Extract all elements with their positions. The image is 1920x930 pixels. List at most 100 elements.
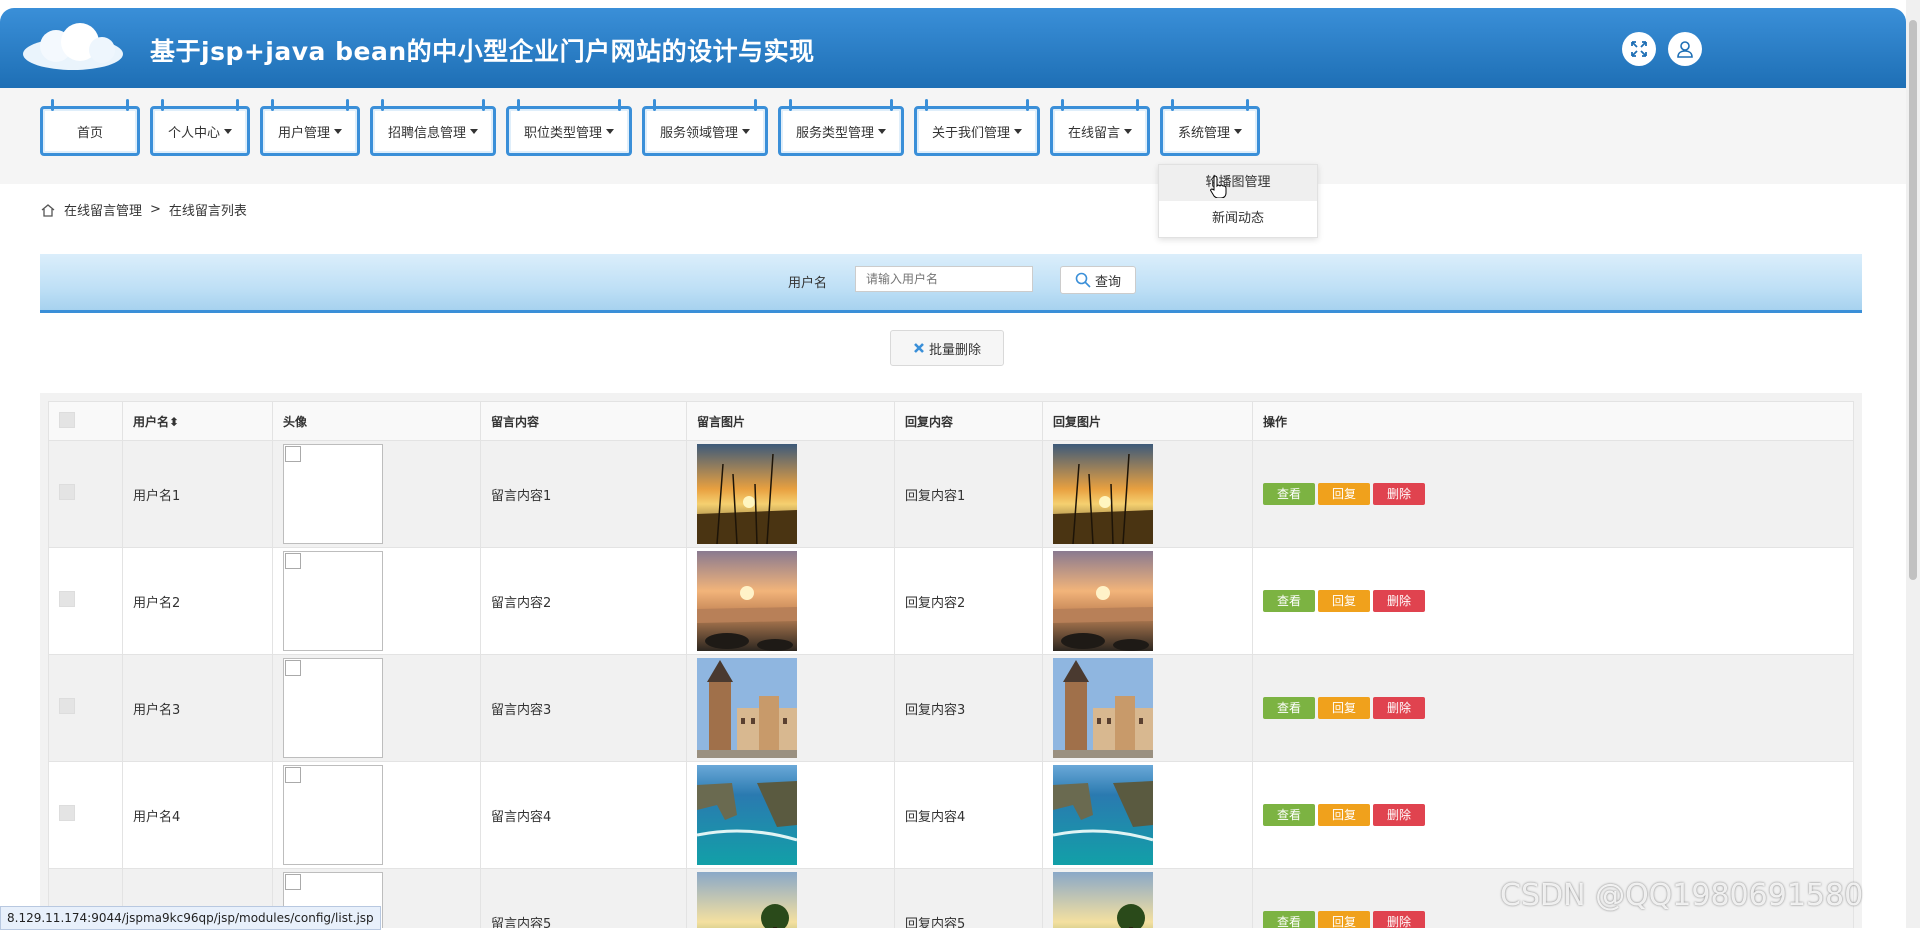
view-button[interactable]: 查看 — [1263, 697, 1315, 719]
reply-image[interactable] — [1053, 444, 1153, 544]
nav-personal-center[interactable]: 个人中心 — [150, 99, 250, 156]
delete-button[interactable]: 删除 — [1373, 483, 1425, 505]
cell-reply: 回复内容4 — [894, 761, 1043, 869]
reply-button[interactable]: 回复 — [1318, 590, 1370, 612]
cell-reply: 回复内容1 — [894, 440, 1043, 548]
nav-service-type[interactable]: 服务类型管理 — [778, 99, 904, 156]
view-button[interactable]: 查看 — [1263, 483, 1315, 505]
select-all-checkbox[interactable] — [59, 411, 75, 428]
cell-actions: 查看 回复 删除 — [1252, 761, 1854, 869]
reply-button[interactable]: 回复 — [1318, 697, 1370, 719]
cell-message-image — [686, 547, 895, 655]
reply-image[interactable] — [1053, 551, 1153, 651]
nav-label: 首页 — [76, 125, 103, 141]
delete-button[interactable]: 删除 — [1373, 697, 1425, 719]
caret-down-icon — [878, 128, 886, 134]
scrollbar-thumb[interactable] — [1909, 20, 1917, 580]
search-button-label: 查询 — [1094, 274, 1121, 290]
fullscreen-button[interactable] — [1622, 32, 1656, 66]
search-button[interactable]: 查询 — [1060, 266, 1136, 294]
watermark: CSDN @QQ1980691580 — [1500, 878, 1864, 913]
nav-online-message[interactable]: 在线留言 — [1050, 99, 1150, 156]
reply-image[interactable] — [1053, 658, 1153, 758]
view-button[interactable]: 查看 — [1263, 804, 1315, 826]
row-checkbox[interactable] — [59, 591, 75, 607]
search-icon — [1075, 272, 1091, 288]
username-search-input[interactable] — [855, 266, 1033, 292]
app-title: 基于jsp+java bean的中小型企业门户网站的设计与实现 — [150, 37, 815, 66]
row-checkbox[interactable] — [59, 805, 75, 821]
message-image[interactable] — [697, 658, 797, 758]
user-icon — [1677, 41, 1693, 58]
nav-label: 服务类型管理 — [795, 125, 874, 141]
delete-button[interactable]: 删除 — [1373, 804, 1425, 826]
reply-image[interactable] — [1053, 872, 1153, 928]
cell-avatar — [272, 547, 481, 655]
nav-user-management[interactable]: 用户管理 — [260, 99, 360, 156]
cell-message: 留言内容2 — [480, 547, 687, 655]
broken-avatar-image — [283, 444, 383, 544]
caret-down-icon — [1014, 128, 1022, 134]
column-header-username[interactable]: 用户名⬍ — [122, 401, 273, 441]
delete-button[interactable]: 删除 — [1373, 911, 1425, 928]
cloud-logo-icon — [23, 23, 123, 70]
nav-label: 在线留言 — [1067, 125, 1120, 141]
cell-avatar — [272, 440, 481, 548]
home-icon[interactable] — [40, 203, 56, 217]
nav-about-us[interactable]: 关于我们管理 — [914, 99, 1040, 156]
main-nav: 首页 个人中心 用户管理 招聘信息管理 职位类型管理 服务领域管理 服务类型管理… — [0, 88, 1906, 184]
cell-reply-image — [1042, 654, 1253, 762]
column-header-avatar: 头像 — [272, 401, 481, 441]
dropdown-item-news[interactable]: 新闻动态 — [1159, 201, 1317, 237]
message-image[interactable] — [697, 551, 797, 651]
breadcrumb-separator: > — [150, 202, 161, 217]
column-header-reply: 回复内容 — [894, 401, 1043, 441]
batch-delete-button[interactable]: 批量删除 — [890, 330, 1004, 366]
table-row: 用户名2 留言内容2 回复内容2 查看 回复 删除 — [48, 547, 1854, 655]
reply-button[interactable]: 回复 — [1318, 483, 1370, 505]
reply-button[interactable]: 回复 — [1318, 911, 1370, 928]
cell-username: 用户名2 — [122, 547, 273, 655]
broken-avatar-image — [283, 551, 383, 651]
nav-job-type[interactable]: 职位类型管理 — [506, 99, 632, 156]
message-image[interactable] — [697, 872, 797, 928]
breadcrumb-parent[interactable]: 在线留言管理 — [64, 200, 142, 219]
batch-delete-label: 批量删除 — [928, 342, 981, 358]
cell-username: 用户名1 — [122, 440, 273, 548]
nav-label: 用户管理 — [277, 125, 330, 141]
nav-system-management[interactable]: 系统管理 — [1160, 99, 1260, 156]
cell-actions: 查看 回复 删除 — [1252, 654, 1854, 762]
view-button[interactable]: 查看 — [1263, 590, 1315, 612]
message-image[interactable] — [697, 444, 797, 544]
column-header-message-image: 留言图片 — [686, 401, 895, 441]
message-image[interactable] — [697, 765, 797, 865]
reply-image[interactable] — [1053, 765, 1153, 865]
cell-reply-image — [1042, 440, 1253, 548]
cell-message: 留言内容1 — [480, 440, 687, 548]
nav-recruitment[interactable]: 招聘信息管理 — [370, 99, 496, 156]
cell-reply: 回复内容2 — [894, 547, 1043, 655]
caret-down-icon — [1234, 128, 1242, 134]
nav-home[interactable]: 首页 — [40, 99, 140, 156]
cell-reply: 回复内容3 — [894, 654, 1043, 762]
nav-service-field[interactable]: 服务领域管理 — [642, 99, 768, 156]
row-checkbox[interactable] — [59, 698, 75, 714]
cell-message-image — [686, 440, 895, 548]
user-button[interactable] — [1668, 32, 1702, 66]
app-header: 基于jsp+java bean的中小型企业门户网站的设计与实现 — [0, 8, 1906, 88]
broken-avatar-image — [283, 658, 383, 758]
reply-button[interactable]: 回复 — [1318, 804, 1370, 826]
page-scrollbar[interactable] — [1906, 0, 1920, 928]
cell-username: 用户名4 — [122, 761, 273, 869]
delete-button[interactable]: 删除 — [1373, 590, 1425, 612]
row-checkbox[interactable] — [59, 484, 75, 500]
cell-avatar — [272, 761, 481, 869]
cell-actions: 查看 回复 删除 — [1252, 547, 1854, 655]
cell-reply: 回复内容5 — [894, 868, 1043, 928]
search-label: 用户名 — [788, 276, 828, 291]
caret-down-icon — [1124, 128, 1132, 134]
view-button[interactable]: 查看 — [1263, 911, 1315, 928]
dropdown-item-carousel[interactable]: 轮播图管理 — [1159, 165, 1317, 201]
cell-reply-image — [1042, 761, 1253, 869]
nav-label: 系统管理 — [1177, 125, 1230, 141]
